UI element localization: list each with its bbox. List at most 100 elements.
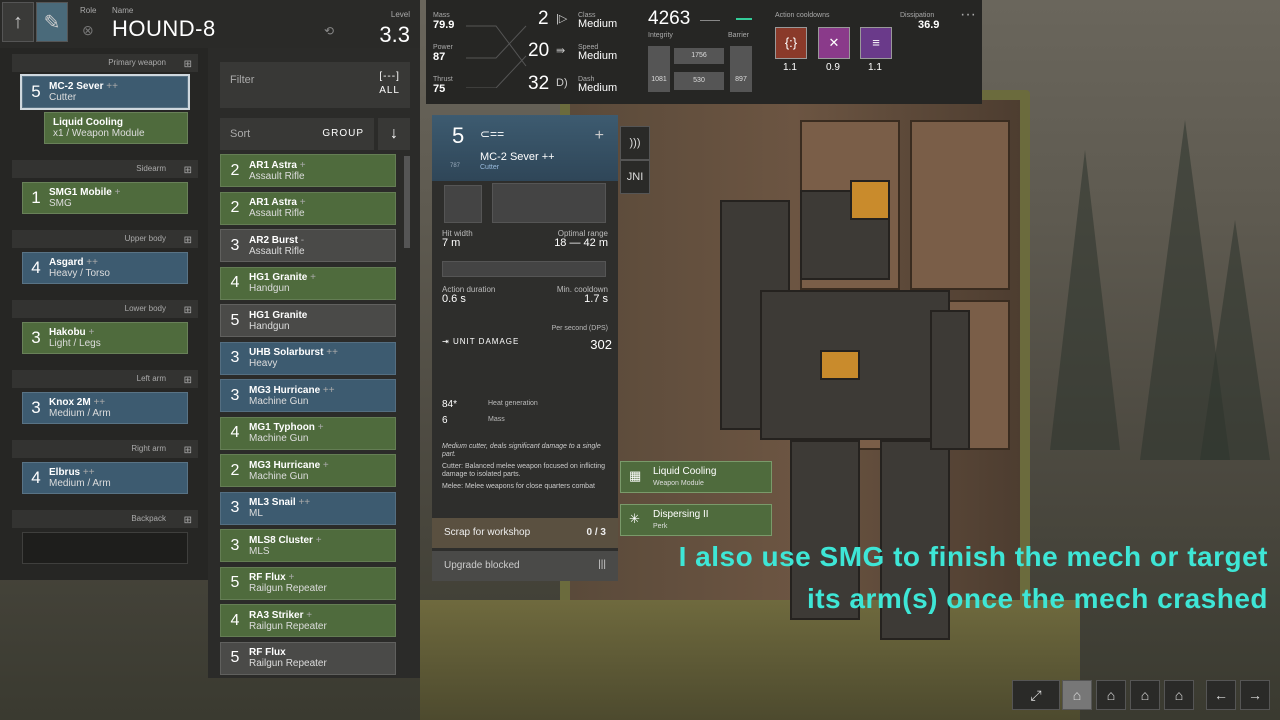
weapon-level: 5 [230, 574, 240, 591]
desc-main: Medium cutter, deals significant damage … [442, 443, 601, 458]
cooldown-lines-icon[interactable]: ≡ [860, 27, 892, 59]
weapon-list-item[interactable]: 5 HG1 Granite Handgun [220, 304, 396, 337]
weapon-list-item[interactable]: 3 MLS8 Cluster + MLS [220, 529, 396, 562]
loadout-slot[interactable]: Liquid Cooling x1 / Weapon Module [44, 112, 188, 144]
unit-damage-row: ⇥ UNIT DAMAGE 302 [442, 337, 612, 357]
cutter-icon: ⊂== [480, 127, 505, 141]
weapon-list-item[interactable]: 3 ML3 Snail ++ ML [220, 491, 396, 525]
pin-icon[interactable]: + [595, 127, 604, 145]
arch-icon: ⌂ [1140, 687, 1150, 703]
weapon-level: 4 [230, 424, 240, 441]
caption-line-1: I also use SMG to finish the mech or tar… [678, 541, 1268, 572]
scrap-button[interactable]: Scrap for workshop 0 / 3 [432, 518, 618, 548]
upgrade-button[interactable]: Upgrade blocked ||| [432, 551, 618, 581]
sort-label: Sort [230, 128, 251, 140]
optimal-range-value: 18 — 42 m [554, 237, 608, 249]
barrier-indicator [736, 18, 752, 20]
more-icon[interactable]: ··· [960, 6, 976, 24]
weapon-list-item[interactable]: 2 AR1 Astra + Assault Rifle [220, 191, 396, 225]
weapon-list-item[interactable]: 5 RF Flux + Railgun Repeater [220, 566, 396, 600]
weapon-list-item[interactable]: 4 HG1 Granite + Handgun [220, 266, 396, 300]
slot-level: 4 [31, 258, 41, 277]
damage-icon: ⇥ [442, 337, 453, 346]
loadout-slot[interactable]: 4 Elbrus ++ Medium / Arm [22, 462, 188, 494]
cooldown-bracket-icon[interactable]: {:} [775, 27, 807, 59]
prev-button[interactable]: ← [1206, 680, 1236, 710]
tab-info-icon[interactable]: JNI [620, 160, 650, 194]
hit-width-value: 7 m [442, 237, 461, 249]
desc-cutter: Cutter: Balanced melee weapon focused on… [442, 463, 606, 478]
weapon-list-item[interactable]: 5 RF Flux Railgun Repeater [220, 641, 396, 675]
slot-type-icon: ⊞ [183, 59, 192, 70]
slot-type-icon: ⊞ [183, 515, 192, 526]
desc-melee: Melee: Melee weapons for close quarters … [442, 483, 595, 490]
wrench-icon: ✎ [43, 11, 61, 34]
loadout-slot[interactable]: 3 Hakobu + Light / Legs [22, 322, 188, 354]
dissipation-label: Dissipation [900, 12, 935, 19]
mech-name[interactable]: HOUND-8 [112, 16, 216, 42]
section-label: Right arm [131, 444, 166, 453]
weapon-plus: + [315, 534, 322, 546]
weapon-list-item[interactable]: 3 MG3 Hurricane ++ Machine Gun [220, 379, 396, 412]
filter-control[interactable]: Filter [---] ALL [220, 62, 410, 108]
weapon-plus: + [299, 159, 306, 171]
role-empty-icon[interactable]: ⊗ [82, 22, 94, 39]
view-legs-button[interactable]: ⌂ [1164, 680, 1194, 710]
view-full-button[interactable]: ⌂ [1062, 680, 1092, 710]
slot-type-icon: ⊞ [183, 375, 192, 386]
weapon-type: Assault Rifle [249, 208, 305, 219]
weapon-list-item[interactable]: 3 AR2 Burst - Assault Rifle [220, 229, 396, 262]
mod-liquid-cooling[interactable]: ▦ Liquid Cooling Weapon Module [620, 461, 772, 493]
shield-icon: ⌂ [1174, 687, 1184, 703]
slot-name: Knox 2M [49, 397, 91, 408]
mod-dispersing[interactable]: ✳ Dispersing II Perk [620, 504, 772, 536]
view-arms-button[interactable]: ⌂ [1130, 680, 1160, 710]
view-torso-button[interactable]: ⌂ [1096, 680, 1126, 710]
weapon-level: 3 [230, 349, 240, 366]
integrity-dash [700, 20, 720, 21]
weapon-type: MLS [249, 545, 270, 557]
house-icon: ⌂ [1106, 687, 1116, 703]
loadout-section: Right arm ⊞ 4 Elbrus ++ Medium / Arm [12, 440, 198, 494]
loadout-slot[interactable]: 5 MC-2 Sever ++ Cutter [20, 74, 190, 110]
weapon-list-item[interactable]: 2 MG3 Hurricane + Machine Gun [220, 454, 396, 487]
heat-value: 84* [442, 399, 458, 410]
loadout-section: Left arm ⊞ 3 Knox 2M ++ Medium / Arm [12, 370, 198, 424]
mass-detail-label: Mass [488, 416, 505, 423]
detail-class: Cutter [480, 164, 500, 171]
weapon-detail-panel: 5 ⊂== + 787 MC-2 Sever ++ Cutter Hit wid… [432, 115, 618, 581]
tool-button[interactable]: ✎ [36, 2, 68, 42]
weapon-plus: + [299, 197, 306, 208]
loadout-slot[interactable]: 3 Knox 2M ++ Medium / Arm [22, 392, 188, 424]
weapon-list-item[interactable]: 3 UHB Solarburst ++ Heavy [220, 341, 396, 375]
slot-plus: ++ [106, 81, 118, 92]
loadout-slot[interactable]: 1 SMG1 Mobile + SMG [22, 182, 188, 214]
slot-type-icon: ⊞ [183, 165, 192, 176]
weapon-list-item[interactable]: 4 MG1 Typhoon + Machine Gun [220, 416, 396, 450]
next-button[interactable]: → [1240, 680, 1270, 710]
loadout-section: Sidearm ⊞ 1 SMG1 Mobile + SMG [12, 160, 198, 214]
weapon-level: 5 [230, 311, 240, 329]
weapon-list-item[interactable]: 2 AR1 Astra + Assault Rifle [220, 154, 396, 187]
weapon-type: Assault Rifle [249, 245, 305, 257]
section-label: Primary weapon [108, 58, 166, 67]
weapon-plus: ++ [298, 497, 311, 508]
back-button[interactable]: ↑ [2, 2, 34, 42]
mod-2-name: Dispersing II [653, 509, 709, 520]
sort-direction-button[interactable]: ↓ [378, 118, 410, 150]
tab-sound-icon[interactable]: ))) [620, 126, 650, 160]
weapon-type: Machine Gun [249, 433, 309, 444]
cooldown-cross-icon[interactable]: ✕ [818, 27, 850, 59]
camera-button[interactable]: ⤢ [1012, 680, 1060, 710]
sort-control[interactable]: Sort GROUP [220, 118, 374, 150]
rename-icon[interactable]: ⟲ [324, 24, 334, 38]
cooldown-value-2: 0.9 [826, 62, 840, 73]
loadout-slot[interactable]: 4 Asgard ++ Heavy / Torso [22, 252, 188, 284]
empty-slot[interactable] [22, 532, 188, 564]
loadout-section: Lower body ⊞ 3 Hakobu + Light / Legs [12, 300, 198, 354]
weapon-type: Railgun Repeater [249, 583, 327, 594]
action-duration-value: 0.6 s [442, 293, 466, 305]
weapon-list-item[interactable]: 4 RA3 Striker + Railgun Repeater [220, 604, 396, 637]
list-scrollbar[interactable] [404, 156, 410, 248]
slot-sub: x1 / Weapon Module [53, 128, 145, 139]
